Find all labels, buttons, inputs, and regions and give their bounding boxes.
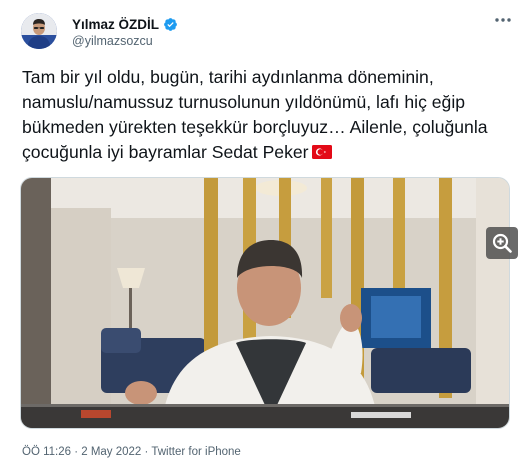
turkey-flag-icon [311,141,332,159]
tweet-media-image[interactable] [20,177,510,429]
more-options-icon[interactable] [493,12,513,28]
zoom-in-icon[interactable] [486,227,518,259]
tweet-text-content: Tam bir yıl oldu, bugün, tarihi aydınlan… [22,67,488,162]
author-handle[interactable]: @yilmazsozcu [72,34,153,48]
author-display-name[interactable]: Yılmaz ÖZDİL [72,17,159,32]
avatar[interactable] [21,13,57,49]
avatar-image [21,13,57,49]
tweet-timestamp[interactable]: ÖÖ 11:26 · 2 May 2022 · Twitter for iPho… [22,446,241,458]
media-photo [21,178,509,428]
author-name-row[interactable]: Yılmaz ÖZDİL [72,15,178,33]
tweet-card: Yılmaz ÖZDİL @yilmazsozcu Tam bir yıl ol… [0,0,531,468]
tweet-text: Tam bir yıl oldu, bugün, tarihi aydınlan… [22,65,512,165]
verified-badge-icon [163,17,178,32]
